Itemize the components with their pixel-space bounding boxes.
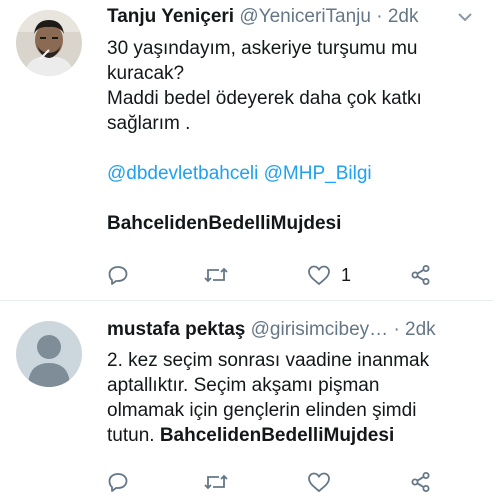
tweet-text-line: tutun. BahcelidenBedelliMujdesi [107, 423, 477, 448]
share-icon [410, 264, 432, 286]
tweet-text-line: sağlarım . [107, 113, 191, 134]
tweet[interactable]: Tanju Yeniçeri @YeniceriTanju · 2dk 30 y… [0, 0, 493, 300]
tweet[interactable]: mustafa pektaş @girisimcibey… · 2dk 2. k… [0, 300, 493, 493]
user-handle[interactable]: @girisimcibey… [251, 319, 389, 340]
tweet-actions [107, 469, 447, 495]
user-handle[interactable]: @YeniceriTanju [239, 6, 371, 27]
mention-link[interactable]: @MHP_Bilgi [264, 163, 372, 184]
hashtag-line: BahcelidenBedelliMujdesi [107, 211, 477, 236]
tweet-header: mustafa pektaş @girisimcibey… · 2dk [107, 317, 483, 343]
tweet-text-line: kuracak? [107, 63, 185, 84]
like-icon [307, 471, 331, 493]
separator-dot: · [393, 319, 400, 340]
reply-icon [107, 264, 129, 286]
tweet-text-line: aptallıktır. Seçim akşamı pişman [107, 375, 380, 396]
like-count: 1 [341, 264, 352, 285]
mention-link[interactable]: @dbdevletbahceli [107, 163, 258, 184]
like-button[interactable] [307, 469, 331, 495]
like-icon [307, 264, 331, 286]
tweet-text-line: Maddi bedel ödeyerek daha çok katkı [107, 88, 422, 109]
default-avatar-icon[interactable] [16, 321, 82, 387]
hashtag-link[interactable]: BahcelidenBedelliMujdesi [160, 425, 394, 446]
reply-button[interactable] [107, 262, 129, 288]
display-name[interactable]: mustafa pektaş [107, 319, 245, 340]
tweet-text: 30 yaşındayım, askeriye turşumu mu kurac… [107, 36, 477, 236]
retweet-icon [203, 264, 229, 286]
tweet-actions: 1 [107, 262, 447, 288]
avatar[interactable] [16, 10, 82, 76]
tweet-text: 2. kez seçim sonrası vaadine inanmak apt… [107, 348, 477, 448]
separator-dot: · [376, 6, 383, 27]
share-icon [410, 471, 432, 493]
tweet-header: Tanju Yeniçeri @YeniceriTanju · 2dk [107, 4, 483, 30]
share-button[interactable] [410, 262, 432, 288]
tweet-text-line: 2. kez seçim sonrası vaadine inanmak [107, 350, 430, 371]
reply-icon [107, 471, 129, 493]
retweet-button[interactable] [203, 262, 229, 288]
tweet-text-line: 30 yaşındayım, askeriye turşumu mu [107, 38, 418, 59]
display-name[interactable]: Tanju Yeniçeri [107, 6, 234, 27]
retweet-button[interactable] [203, 469, 229, 495]
tweet-text-fragment: tutun. [107, 425, 155, 446]
reply-button[interactable] [107, 469, 129, 495]
tweet-text-line: olmamak için gençlerin elinden şimdi [107, 400, 417, 421]
like-button[interactable]: 1 [307, 262, 351, 288]
mentions-line: @dbdevletbahceli @MHP_Bilgi [107, 161, 477, 186]
share-button[interactable] [410, 469, 432, 495]
hashtag-link[interactable]: BahcelidenBedelliMujdesi [107, 213, 341, 234]
caret-down-icon[interactable] [457, 4, 473, 30]
retweet-icon [203, 471, 229, 493]
timestamp[interactable]: 2dk [388, 6, 419, 27]
timestamp[interactable]: 2dk [405, 319, 436, 340]
